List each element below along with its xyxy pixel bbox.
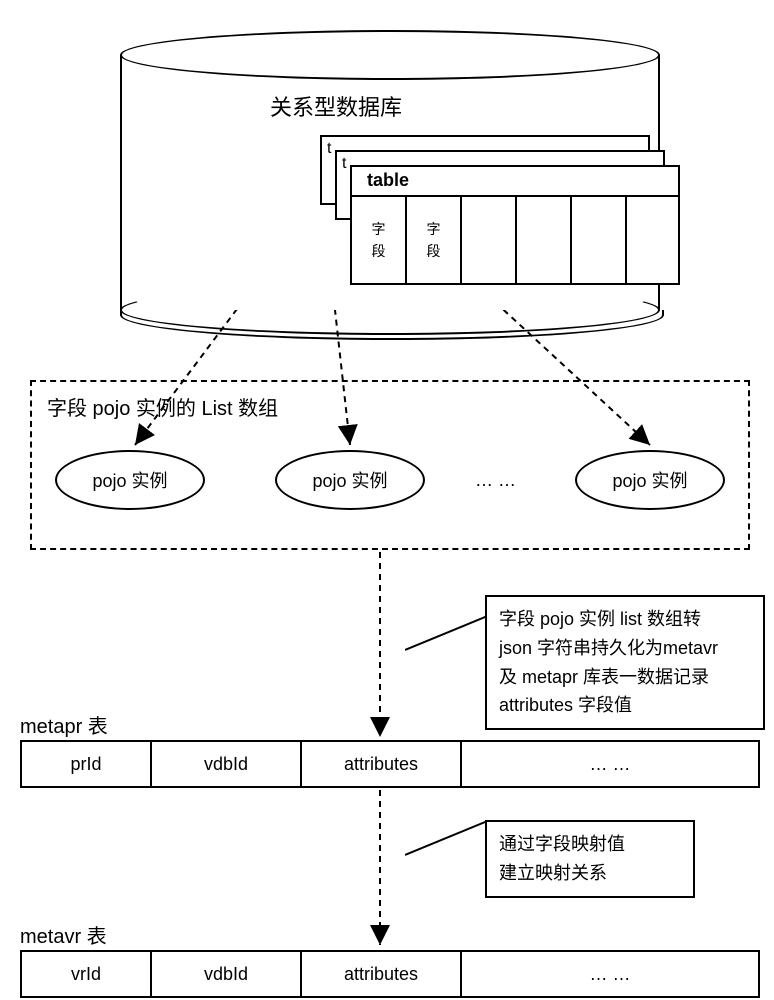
table-cell-6 [627,195,678,285]
table-cell-4 [517,195,572,285]
table-cell-5 [572,195,627,285]
metapr-label: metapr 表 [20,710,108,739]
annotation-1: 字段 pojo 实例 list 数组转 json 字符串持久化为metavr 及… [485,595,765,730]
ann1-pointer-line [405,615,495,655]
table-cells: 字 段 字 段 [352,195,678,285]
ann1-l3: 及 metapr 库表一数据记录 [499,663,751,692]
table-front: table 字 段 字 段 [350,165,680,285]
metavr-label: metavr 表 [20,920,107,949]
pojo-ellipse-1: pojo 实例 [55,450,205,510]
metapr-col-attributes: attributes [302,742,462,786]
arrow-metapr-to-metavr [370,790,390,950]
db-title: 关系型数据库 [270,90,402,122]
pojo-dots: … … [475,470,516,491]
field-text-1a: 字 [372,218,386,240]
table-mid-label: t [342,155,346,173]
field-text-2b: 段 [427,240,441,262]
pojo-label-2: pojo 实例 [312,467,387,493]
database-cylinder: 关系型数据库 t t table 字 段 字 段 [120,30,660,310]
metapr-table: prId vdbId attributes … … [20,740,760,788]
pojo-label-1: pojo 实例 [92,467,167,493]
table-front-label: table [367,170,409,191]
annotation-2: 通过字段映射值 建立映射关系 [485,820,695,898]
ann2-l2: 建立映射关系 [499,859,681,888]
table-cell-field-2: 字 段 [407,195,462,285]
ann1-l4: attributes 字段值 [499,691,751,720]
metapr-col-vdbId: vdbId [152,742,302,786]
db-bottom-ellipse [120,285,660,335]
metavr-col-more: … … [462,952,758,996]
pojo-list-title: 字段 pojo 实例的 List 数组 [47,392,278,421]
db-top-ellipse [120,30,660,80]
metapr-col-prId: prId [22,742,152,786]
metapr-col-more: … … [462,742,758,786]
ann1-l1: 字段 pojo 实例 list 数组转 [499,605,751,634]
field-text-1b: 段 [372,240,386,262]
pojo-ellipse-3: pojo 实例 [575,450,725,510]
pojo-label-3: pojo 实例 [612,467,687,493]
metavr-col-vdbId: vdbId [152,952,302,996]
ann2-l1: 通过字段映射值 [499,830,681,859]
metavr-col-attributes: attributes [302,952,462,996]
table-cell-3 [462,195,517,285]
metavr-table: vrId vdbId attributes … … [20,950,760,998]
pojo-ellipse-2: pojo 实例 [275,450,425,510]
metavr-col-vrId: vrId [22,952,152,996]
table-cell-field-1: 字 段 [352,195,407,285]
arrow-pojo-to-metapr [370,552,390,742]
table-back-label: t [327,140,331,158]
field-text-2a: 字 [427,218,441,240]
ann2-pointer-line [405,820,495,860]
ann1-l2: json 字符串持久化为metavr [499,634,751,663]
